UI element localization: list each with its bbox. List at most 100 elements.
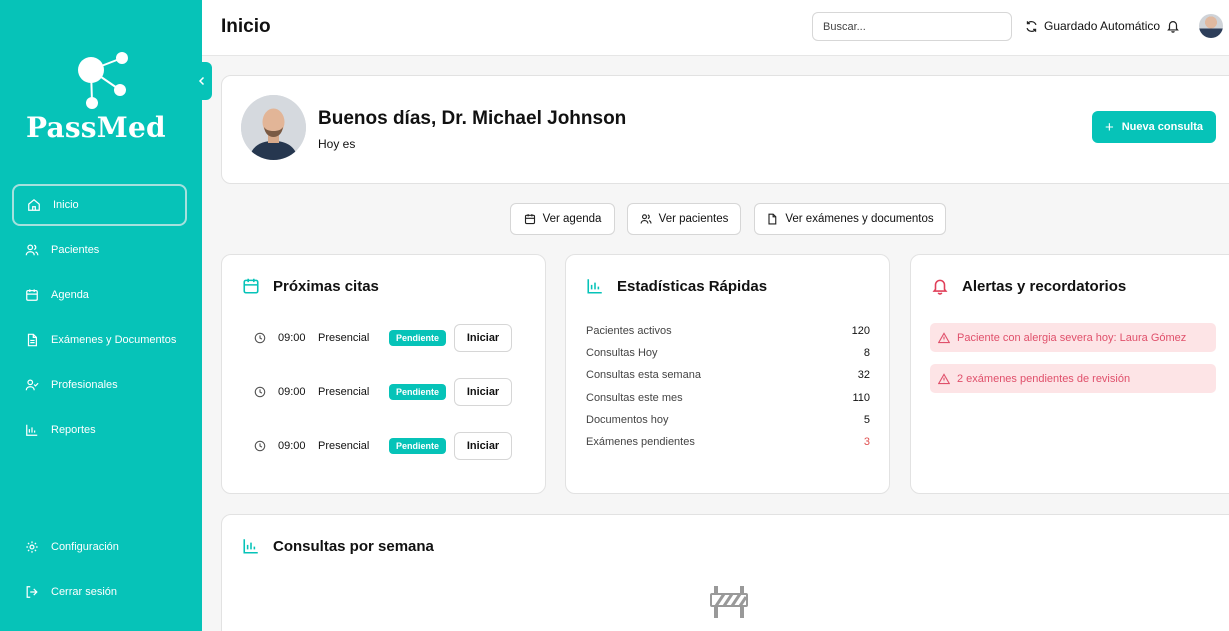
stat-value: 5 xyxy=(863,414,870,426)
sidebar-item-examenes[interactable]: Exámenes y Documentos xyxy=(12,319,187,361)
appointment-time: 09:00 xyxy=(278,386,306,398)
user-avatar[interactable] xyxy=(1199,14,1223,38)
appointments-card: Próximas citas 09:00 Presencial Pendient… xyxy=(221,254,546,494)
appointment-type: Presencial xyxy=(318,386,370,398)
doctor-avatar xyxy=(241,95,306,160)
logo: PassMed xyxy=(26,50,166,150)
start-appointment-button[interactable]: Iniciar xyxy=(454,432,513,460)
view-patients-label: Ver pacientes xyxy=(658,213,729,225)
logo-text: PassMed xyxy=(26,111,166,144)
bar-chart-icon xyxy=(586,277,604,300)
stat-row: Consultas Hoy 8 xyxy=(586,347,870,359)
bell-icon xyxy=(1167,21,1179,33)
alert-item[interactable]: Paciente con alergia severa hoy: Laura G… xyxy=(930,323,1216,352)
calendar-icon xyxy=(25,288,39,302)
sidebar-item-label: Agenda xyxy=(51,289,89,301)
stat-row: Consultas este mes 110 xyxy=(586,392,870,404)
greeting-card: Buenos días, Dr. Michael Johnson Hoy es … xyxy=(221,75,1229,184)
top-header: Inicio Guardado Automático xyxy=(202,0,1229,56)
calendar-icon xyxy=(524,214,535,225)
stat-value: 32 xyxy=(857,369,870,381)
page-title: Inicio xyxy=(221,16,271,37)
status-badge: Pendiente xyxy=(389,384,447,400)
sidebar-collapse-button[interactable] xyxy=(192,62,212,100)
weekly-consults-card: Consultas por semana xyxy=(221,514,1229,631)
refresh-icon xyxy=(1026,20,1037,32)
sidebar-item-label: Exámenes y Documentos xyxy=(51,334,177,346)
under-construction-icon xyxy=(710,586,748,618)
warning-icon xyxy=(938,372,950,384)
document-icon xyxy=(768,213,777,225)
autosave-status[interactable]: Guardado Automático xyxy=(1025,19,1160,33)
appointment-type: Presencial xyxy=(318,440,370,452)
view-patients-button[interactable]: Ver pacientes xyxy=(627,203,741,235)
stat-row: Pacientes activos 120 xyxy=(586,325,870,337)
stat-label: Consultas esta semana xyxy=(586,369,701,381)
status-badge: Pendiente xyxy=(389,330,447,346)
sidebar-item-configuracion[interactable]: Configuración xyxy=(12,526,187,568)
weekly-title: Consultas por semana xyxy=(273,538,434,555)
document-icon xyxy=(25,333,39,347)
user-check-icon xyxy=(25,378,39,392)
calendar-icon xyxy=(242,277,260,300)
stat-value: 110 xyxy=(852,392,870,404)
sidebar: PassMed Inicio Pacientes Agenda Exámenes… xyxy=(0,0,202,631)
appointment-row: 09:00 Presencial Pendiente Iniciar xyxy=(254,431,514,461)
alerts-title: Alertas y recordatorios xyxy=(962,278,1127,295)
sidebar-item-profesionales[interactable]: Profesionales xyxy=(12,364,187,406)
appointment-time: 09:00 xyxy=(278,332,306,344)
stat-label: Documentos hoy xyxy=(586,414,669,426)
greeting-title: Buenos días, Dr. Michael Johnson xyxy=(318,108,627,129)
bar-chart-icon xyxy=(25,423,39,437)
sidebar-item-label: Profesionales xyxy=(51,379,118,391)
sidebar-item-inicio[interactable]: Inicio xyxy=(12,184,187,226)
view-agenda-button[interactable]: Ver agenda xyxy=(510,203,615,235)
plus-icon: + xyxy=(1104,118,1114,136)
clock-icon xyxy=(254,332,266,344)
alert-item[interactable]: 2 exámenes pendientes de revisión xyxy=(930,364,1216,393)
stat-value: 8 xyxy=(863,347,870,359)
view-exams-button[interactable]: Ver exámenes y documentos xyxy=(754,203,946,235)
gear-icon xyxy=(25,540,39,554)
bell-icon xyxy=(931,277,949,300)
alert-text: Paciente con alergia severa hoy: Laura G… xyxy=(957,331,1187,344)
view-agenda-label: Ver agenda xyxy=(542,213,602,225)
greeting-date: Hoy es xyxy=(318,137,356,151)
stat-row: Documentos hoy 5 xyxy=(586,414,870,426)
users-icon xyxy=(25,243,39,257)
view-exams-label: Ver exámenes y documentos xyxy=(785,213,934,225)
appointment-row: 09:00 Presencial Pendiente Iniciar xyxy=(254,323,514,353)
sidebar-item-label: Inicio xyxy=(53,199,79,211)
sidebar-nav: Inicio Pacientes Agenda Exámenes y Docum… xyxy=(12,184,187,454)
quick-stats-card: Estadísticas Rápidas Pacientes activos 12… xyxy=(565,254,890,494)
start-appointment-button[interactable]: Iniciar xyxy=(454,324,513,352)
stat-label: Consultas este mes xyxy=(586,392,683,404)
chevron-left-icon xyxy=(198,76,205,86)
stats-title: Estadísticas Rápidas xyxy=(617,278,768,295)
autosave-label: Guardado Automático xyxy=(1044,19,1161,33)
stat-value: 120 xyxy=(851,325,870,337)
search-input[interactable] xyxy=(812,12,1012,41)
notifications-button[interactable] xyxy=(1166,19,1180,38)
sidebar-bottom: Configuración Cerrar sesión xyxy=(12,526,187,616)
clock-icon xyxy=(254,386,266,398)
appointments-title: Próximas citas xyxy=(273,278,379,295)
start-appointment-button[interactable]: Iniciar xyxy=(454,378,513,406)
warning-icon xyxy=(938,331,950,343)
sidebar-item-reportes[interactable]: Reportes xyxy=(12,409,187,451)
stat-label: Exámenes pendientes xyxy=(586,436,695,448)
sidebar-item-pacientes[interactable]: Pacientes xyxy=(12,229,187,271)
stat-label: Pacientes activos xyxy=(586,325,672,337)
new-consult-label: Nueva consulta xyxy=(1121,121,1204,133)
sidebar-item-label: Configuración xyxy=(51,541,119,553)
sidebar-item-agenda[interactable]: Agenda xyxy=(12,274,187,316)
bar-chart-icon xyxy=(242,537,260,560)
appointment-type: Presencial xyxy=(318,332,370,344)
home-icon xyxy=(27,198,41,212)
new-consult-button[interactable]: + Nueva consulta xyxy=(1092,111,1216,143)
sidebar-item-cerrar-sesion[interactable]: Cerrar sesión xyxy=(12,571,187,613)
stat-row: Consultas esta semana 32 xyxy=(586,369,870,381)
appointment-row: 09:00 Presencial Pendiente Iniciar xyxy=(254,377,514,407)
sidebar-item-label: Reportes xyxy=(51,424,96,436)
stat-value: 3 xyxy=(863,436,870,448)
